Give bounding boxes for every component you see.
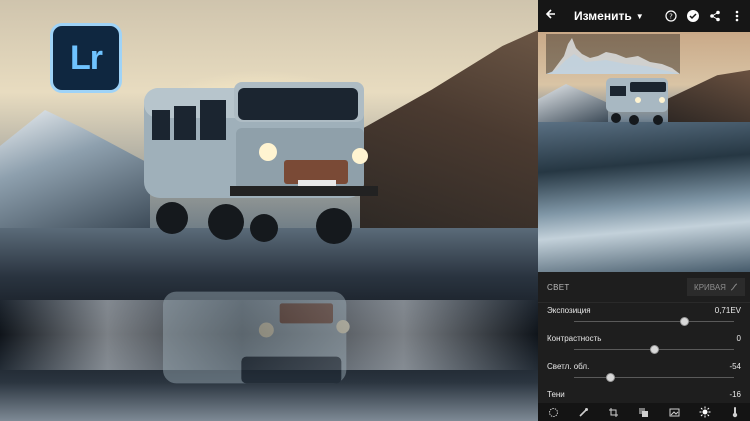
arrow-left-icon[interactable] <box>538 7 564 25</box>
slider-knob[interactable] <box>679 317 689 326</box>
temperature-icon[interactable] <box>729 406 741 418</box>
edit-mode-dropdown[interactable]: Изменить ▼ <box>574 9 644 23</box>
light-section-header: СВЕТ КРИВАЯ <box>538 272 750 303</box>
adjust-panel: СВЕТ КРИВАЯ Экспозиция 0,71EV Контрастно… <box>538 272 750 421</box>
slider-value: -16 <box>729 390 741 399</box>
layers-icon[interactable] <box>638 406 650 418</box>
help-icon[interactable]: ? <box>664 10 677 23</box>
curve-icon <box>730 283 738 291</box>
preview-cliff <box>668 70 750 122</box>
lightroom-logo: Lr <box>50 23 122 93</box>
svg-text:?: ? <box>669 13 673 21</box>
slider-value: 0 <box>736 334 741 343</box>
van-illustration <box>144 82 378 244</box>
slider-track[interactable] <box>574 321 734 322</box>
slider-label: Контрастность <box>547 334 602 343</box>
slider-knob[interactable] <box>606 373 616 382</box>
brush-icon[interactable] <box>577 406 589 418</box>
lightroom-logo-text: Lr <box>70 38 103 77</box>
check-icon[interactable] <box>686 10 699 23</box>
presets-icon[interactable] <box>547 406 559 418</box>
slider-label: Тени <box>547 390 565 399</box>
van-reflection <box>163 291 350 384</box>
preview-mountain <box>538 84 608 122</box>
edit-mode-label: Изменить <box>574 9 632 23</box>
curve-button[interactable]: КРИВАЯ <box>687 278 745 296</box>
share-icon[interactable] <box>708 10 721 23</box>
top-bar: Изменить ▼ ? <box>538 0 750 32</box>
slider-row-contrast: Контрастность 0 <box>538 330 750 358</box>
slider-knob[interactable] <box>649 345 659 354</box>
slider-label: Светл. обл. <box>547 362 590 371</box>
section-title: СВЕТ <box>547 283 570 292</box>
preview-ice <box>538 122 750 272</box>
slider-label: Экспозиция <box>547 306 591 315</box>
histogram <box>546 34 680 74</box>
slider-row-highlights: Светл. обл. -54 <box>538 358 750 386</box>
slider-track[interactable] <box>574 377 734 378</box>
hero-photo: Lr <box>0 0 538 421</box>
crop-icon[interactable] <box>608 406 620 418</box>
image-icon[interactable] <box>668 406 680 418</box>
rock-cliff <box>360 30 538 230</box>
bottom-toolbar <box>538 403 750 421</box>
slider-value: -54 <box>729 362 741 371</box>
more-vert-icon[interactable] <box>730 10 743 23</box>
photo-preview[interactable] <box>538 32 750 272</box>
chevron-down-icon: ▼ <box>635 11 644 21</box>
snowy-mountain <box>0 110 150 230</box>
slider-row-exposure: Экспозиция 0,71EV <box>538 302 750 330</box>
phone-editor: Изменить ▼ ? СВЕТ КРИВАЯ Экспозиция 0,71… <box>538 0 750 421</box>
curve-button-label: КРИВАЯ <box>694 282 726 292</box>
light-icon[interactable] <box>699 406 711 418</box>
slider-value: 0,71EV <box>714 306 741 315</box>
preview-van <box>606 78 668 125</box>
